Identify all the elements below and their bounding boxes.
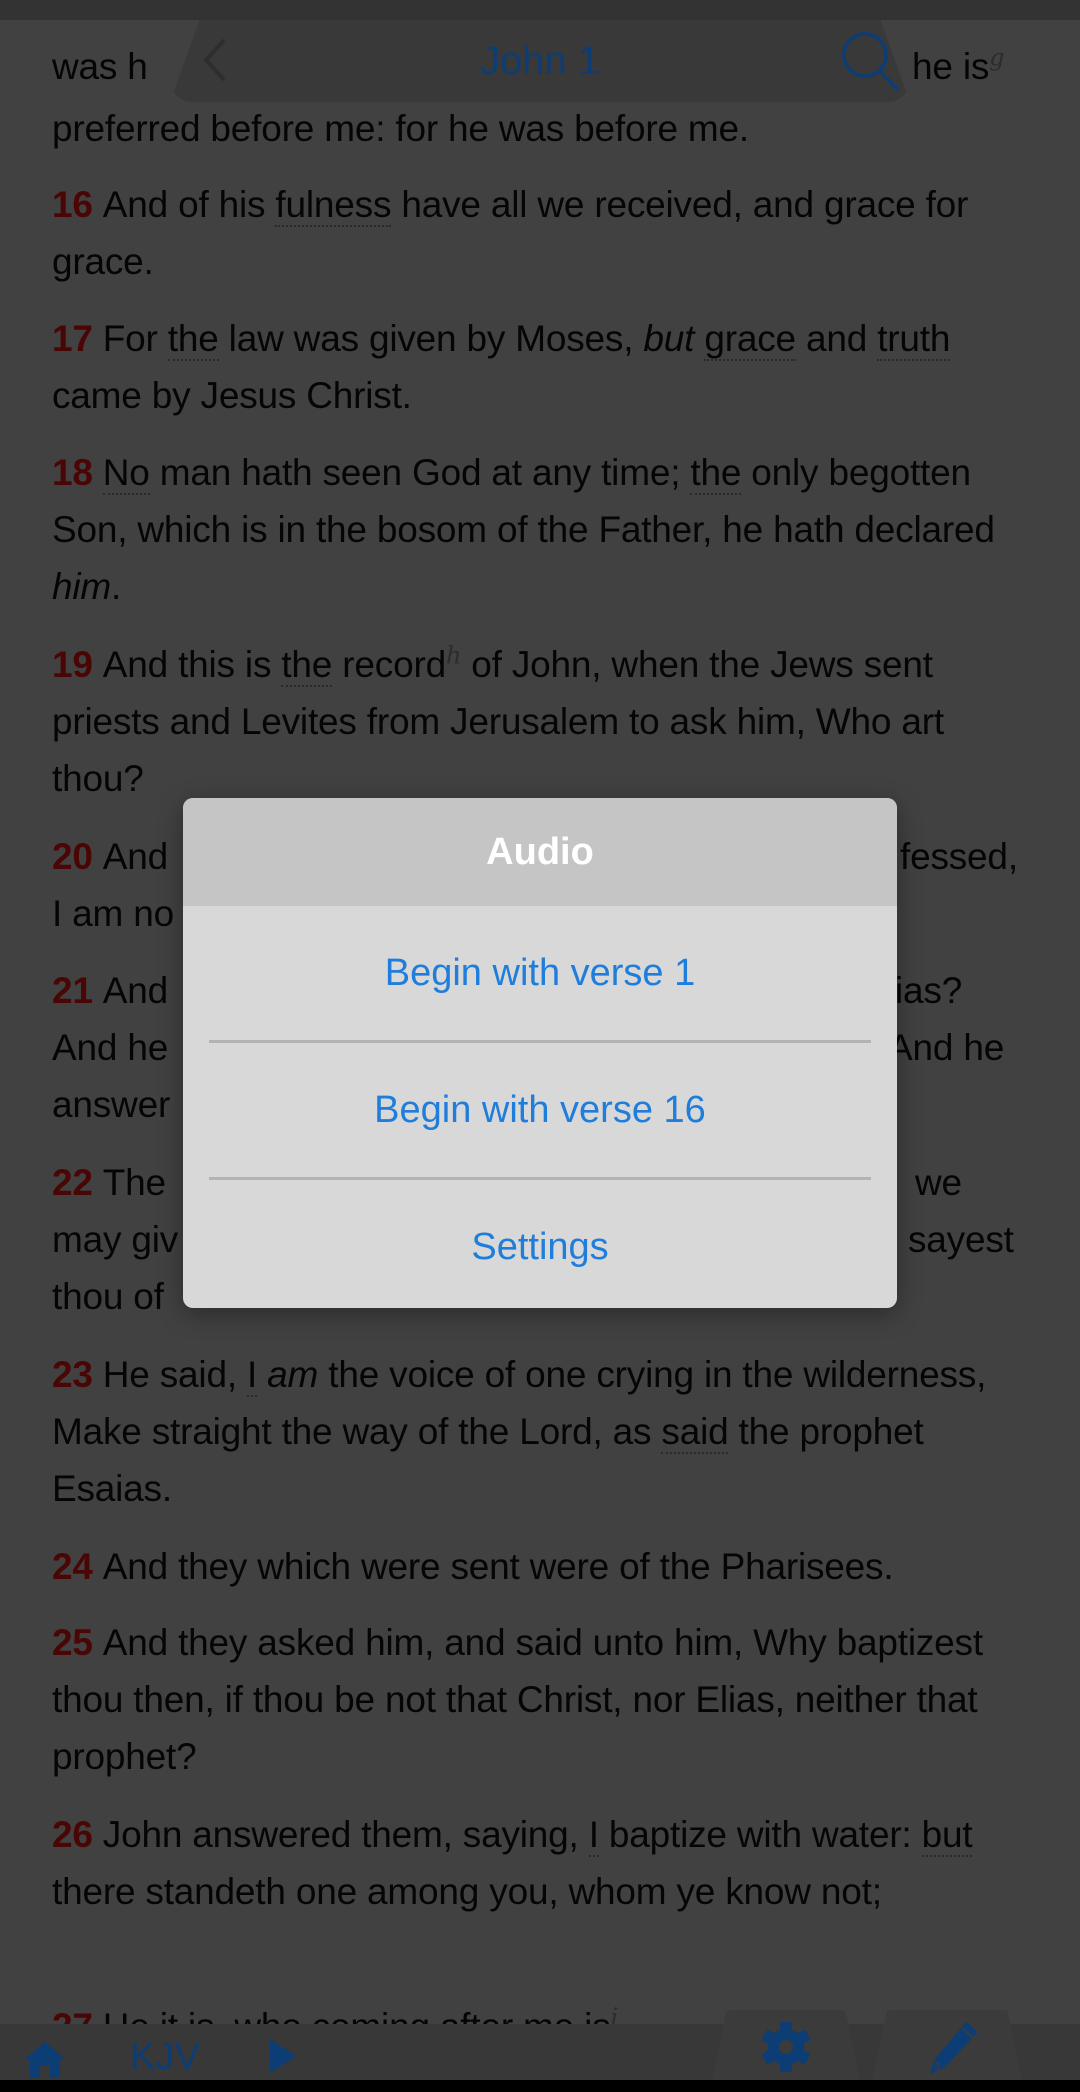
cross-reference-word[interactable]: No xyxy=(102,452,150,495)
chapter-title[interactable]: John 1 xyxy=(420,36,660,86)
verse-21-line-2-right: And he xyxy=(888,1027,1005,1068)
cross-reference-word[interactable]: the xyxy=(167,318,219,361)
verse-23[interactable]: 23 He said, I am the voice of one crying … xyxy=(52,1346,1042,1517)
bible-version-button[interactable]: KJV xyxy=(130,2035,200,2079)
cross-reference-word[interactable]: but xyxy=(921,1814,973,1857)
home-icon[interactable] xyxy=(22,2040,68,2080)
verse-26[interactable]: 26 John answered them, saying, I baptize … xyxy=(52,1806,1042,1920)
verse-number: 25 xyxy=(52,1622,93,1663)
verse-16[interactable]: 16 And of his fulness have all we receive… xyxy=(52,176,1042,290)
verse-number: 21 xyxy=(52,970,93,1011)
begin-verse-16-button[interactable]: Begin with verse 16 xyxy=(183,1043,897,1177)
cross-reference-word[interactable]: fulness xyxy=(275,184,391,227)
verse-number: 20 xyxy=(52,836,93,877)
cross-reference-word[interactable]: grace xyxy=(704,318,796,361)
dialog-title: Audio xyxy=(183,798,897,906)
navigation-bar-edge xyxy=(0,2080,1080,2092)
verse-number: 18 xyxy=(52,452,93,493)
footnote-marker[interactable]: g xyxy=(989,44,1004,72)
gear-icon[interactable] xyxy=(760,2020,812,2074)
verse-22-right: we xyxy=(915,1162,962,1203)
verse-number: 19 xyxy=(52,644,93,685)
verse-15-line-2-right: he isg xyxy=(912,43,1005,87)
verse-25[interactable]: 25 And they asked him, and said unto him,… xyxy=(52,1614,1042,1785)
verse-24[interactable]: 24 And they which were sent were of the P… xyxy=(52,1538,1042,1595)
cross-reference-word[interactable]: the xyxy=(690,452,741,495)
status-bar xyxy=(0,0,1080,20)
verse-15-line-3: preferred before me: for he was before m… xyxy=(52,108,750,149)
search-icon[interactable] xyxy=(840,30,902,94)
verse-number: 16 xyxy=(52,184,93,225)
cross-reference-word[interactable]: I xyxy=(588,1814,599,1857)
verse-number: 17 xyxy=(52,318,93,359)
verse-number: 26 xyxy=(52,1814,93,1855)
audio-dialog: Audio Begin with verse 1 Begin with vers… xyxy=(183,798,897,1308)
verse-number: 24 xyxy=(52,1546,93,1587)
verse-17[interactable]: 17 For the law was given by Moses, but gr… xyxy=(52,310,1042,424)
pencil-icon[interactable] xyxy=(926,2020,982,2076)
cross-reference-word[interactable]: I xyxy=(246,1354,257,1397)
cross-reference-word[interactable]: said xyxy=(661,1411,729,1454)
chevron-left-icon[interactable] xyxy=(200,36,230,84)
verse-21-right: ias? xyxy=(895,970,963,1011)
verse-number: 22 xyxy=(52,1162,93,1203)
cross-reference-word[interactable]: the xyxy=(281,644,332,687)
verse-22-line-2-right: sayest xyxy=(908,1219,1014,1260)
verse-20-right: fessed, xyxy=(900,836,1018,877)
verse-18[interactable]: 18 No man hath seen God at any time; the … xyxy=(52,444,1042,615)
audio-settings-button[interactable]: Settings xyxy=(183,1180,897,1308)
verse-15-line-2: was h xyxy=(52,46,148,87)
begin-verse-1-button[interactable]: Begin with verse 1 xyxy=(183,906,897,1040)
cross-reference-word[interactable]: truth xyxy=(877,318,950,361)
footnote-marker[interactable]: h xyxy=(446,642,461,670)
verse-19[interactable]: 19 And this is the recordh of John, when … xyxy=(52,636,1042,807)
verse-number: 23 xyxy=(52,1354,93,1395)
play-icon[interactable] xyxy=(268,2037,298,2075)
